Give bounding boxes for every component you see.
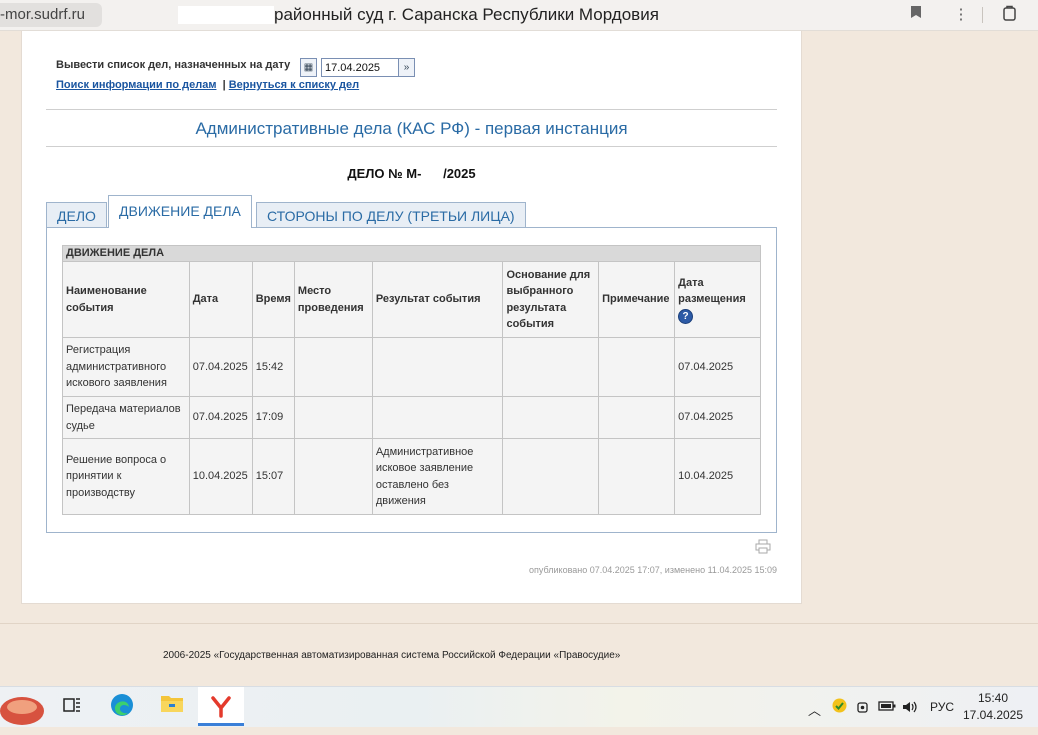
extensions-icon[interactable] <box>1000 5 1020 25</box>
chevron-up-icon[interactable]: ︿ <box>808 700 821 719</box>
file-explorer-icon[interactable] <box>158 693 186 721</box>
table-cell: Передача материалов судье <box>62 396 190 439</box>
column-header: Результат события <box>371 261 504 338</box>
case-number: ДЕЛО № М- /2025 <box>347 166 476 181</box>
search-date-icon[interactable]: » <box>398 58 415 77</box>
published-info: опубликовано 07.04.2025 17:07, изменено … <box>529 565 777 575</box>
table-cell: 07.04.2025 <box>188 396 253 439</box>
toolbar-divider <box>982 7 983 23</box>
tab-case[interactable]: ДЕЛО <box>46 202 107 227</box>
yandex-browser-icon[interactable] <box>198 687 244 725</box>
table-cell <box>293 396 373 439</box>
content-panel: Вывести список дел, назначенных на дату … <box>21 31 802 604</box>
clock-date: 17.04.2025 <box>962 708 1024 722</box>
edge-browser-icon[interactable] <box>108 693 136 721</box>
help-icon[interactable]: ? <box>678 308 694 324</box>
column-header: Примечание <box>598 261 676 338</box>
table-cell <box>371 337 504 397</box>
battery-icon[interactable] <box>878 700 896 715</box>
divider-top <box>46 109 777 110</box>
column-header: Основание для выбранного результата собы… <box>502 261 600 338</box>
table-cell <box>293 337 373 397</box>
clock[interactable]: 15:40 17.04.2025 <box>962 690 1024 724</box>
start-image-icon[interactable] <box>0 693 46 725</box>
table-row: Регистрация административного искового з… <box>62 337 761 397</box>
table-cell <box>502 337 600 397</box>
clock-time: 15:40 <box>977 691 1009 705</box>
update-status-icon[interactable] <box>832 698 847 716</box>
column-header: Время <box>251 261 295 338</box>
table-cell <box>598 396 676 439</box>
table-cell: 15:42 <box>251 337 295 397</box>
bookmark-icon[interactable] <box>906 5 926 25</box>
table-cell: 10.04.2025 <box>188 438 253 515</box>
table-row: Передача материалов судье 07.04.2025 17:… <box>62 396 761 439</box>
table-row: Решение вопроса о принятии к производств… <box>62 438 761 515</box>
printer-icon[interactable] <box>755 539 771 558</box>
case-movement-table: ДВИЖЕНИЕ ДЕЛА Наименование события Дата … <box>62 245 761 515</box>
redacted-title-part <box>178 6 274 24</box>
calendar-icon[interactable]: ▦ <box>300 58 317 77</box>
task-view-icon[interactable] <box>58 693 86 721</box>
language-indicator[interactable]: РУС <box>930 700 954 714</box>
tab-case-movement[interactable]: ДВИЖЕНИЕ ДЕЛА <box>108 195 252 228</box>
link-separator: | <box>222 79 226 91</box>
browser-toolbar: -mor.sudrf.ru районный суд г. Саранска Р… <box>0 0 1038 31</box>
table-cell: 07.04.2025 <box>674 396 761 439</box>
table-cell <box>598 337 676 397</box>
address-bar[interactable]: -mor.sudrf.ru <box>0 3 102 27</box>
column-header: Наименование события <box>62 261 190 338</box>
divider-bottom <box>46 146 777 147</box>
table-cell <box>293 438 373 515</box>
table-cell <box>502 396 600 439</box>
table-cell: Административное исковое заявление остав… <box>371 438 504 515</box>
table-cell: Решение вопроса о принятии к производств… <box>62 438 190 515</box>
table-cell <box>371 396 504 439</box>
nav-links: Поиск информации по делам | Вернуться к … <box>56 79 359 91</box>
meet-now-icon[interactable] <box>856 700 870 717</box>
footer-copyright: 2006-2025 «Государственная автоматизиров… <box>163 650 621 661</box>
search-cases-link[interactable]: Поиск информации по делам <box>56 79 216 91</box>
date-filter-label: Вывести список дел, назначенных на дату <box>56 59 291 71</box>
table-cell: Регистрация административного искового з… <box>62 337 190 397</box>
table-cell: 07.04.2025 <box>674 337 761 397</box>
volume-icon[interactable] <box>902 700 918 717</box>
table-cell <box>502 438 600 515</box>
column-header-posted: Дата размещения ? <box>674 261 761 338</box>
url-text: -mor.sudrf.ru <box>0 6 86 23</box>
table-cell: 10.04.2025 <box>674 438 761 515</box>
menu-dots-icon[interactable]: ⋮ <box>951 5 971 25</box>
section-title: Административные дела (КАС РФ) - первая … <box>195 119 628 138</box>
table-caption: ДВИЖЕНИЕ ДЕЛА <box>62 245 761 262</box>
taskbar: ︿ РУС 15:40 17.04.2025 <box>0 686 1038 727</box>
date-field[interactable] <box>321 58 401 77</box>
table-cell <box>598 438 676 515</box>
column-header-label: Дата размещения <box>678 276 746 306</box>
tab-parties[interactable]: СТОРОНЫ ПО ДЕЛУ (ТРЕТЬИ ЛИЦА) <box>256 202 526 227</box>
table-cell: 17:09 <box>251 396 295 439</box>
column-header: Дата <box>188 261 253 338</box>
table-cell: 07.04.2025 <box>188 337 253 397</box>
column-header: Место проведения <box>293 261 373 338</box>
page-title: районный суд г. Саранска Республики Морд… <box>274 5 659 24</box>
tab-content: ДВИЖЕНИЕ ДЕЛА Наименование события Дата … <box>46 227 777 533</box>
back-to-list-link[interactable]: Вернуться к списку дел <box>229 79 359 91</box>
table-cell: 15:07 <box>251 438 295 515</box>
